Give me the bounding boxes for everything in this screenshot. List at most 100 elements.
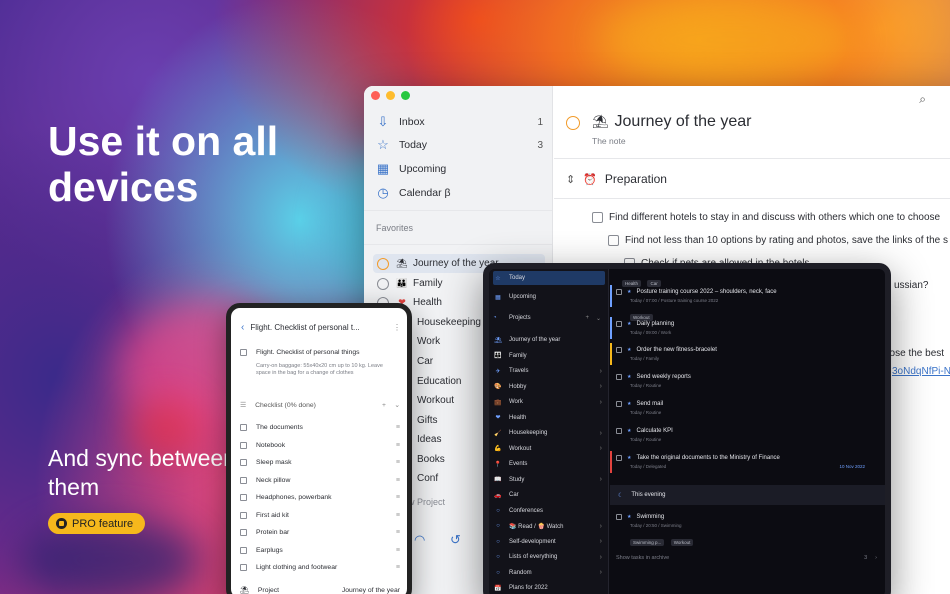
- history-icon[interactable]: ↺: [450, 532, 461, 548]
- chevron-right-icon[interactable]: ›: [600, 368, 602, 375]
- project-complete-checkbox[interactable]: [566, 116, 580, 130]
- tablet-projects-header[interactable]: ◔ Projects + ⌄: [493, 315, 605, 322]
- checklist-header[interactable]: ☰ Checklist (0% done) + ⌄: [240, 401, 400, 410]
- drag-handle-icon[interactable]: ≡: [396, 564, 400, 571]
- tablet-project-item[interactable]: ✈ Travels ›: [493, 364, 605, 378]
- tablet-project-item[interactable]: 📅 Plans for 2022: [493, 581, 605, 594]
- tablet-task[interactable]: ★ Take the original documents to the Mini…: [616, 455, 879, 469]
- search-icon[interactable]: ⌕: [919, 92, 926, 107]
- chevron-down-icon[interactable]: ⌄: [394, 401, 400, 409]
- tablet-project-item[interactable]: 🚗 Car: [493, 488, 605, 502]
- drag-handle-icon[interactable]: ≡: [396, 494, 400, 501]
- chevron-right-icon[interactable]: ›: [600, 445, 602, 452]
- tablet-project-item[interactable]: ○ Random ›: [493, 566, 605, 580]
- drag-handle-icon[interactable]: ≡: [396, 547, 400, 554]
- checklist-checkbox[interactable]: [240, 529, 247, 536]
- checklist-checkbox[interactable]: [240, 476, 247, 484]
- chevron-right-icon[interactable]: ›: [600, 399, 602, 406]
- task-link[interactable]: 3oNdqNfPi-Np: [892, 366, 950, 377]
- show-archive-button[interactable]: Show tasks in archive 3 ›: [616, 555, 877, 561]
- more-icon[interactable]: ⋮: [393, 323, 401, 332]
- tablet-task[interactable]: ★ Posture training course 2022 – shoulder…: [616, 289, 879, 324]
- minimize-window-button[interactable]: [386, 91, 395, 100]
- chevron-right-icon[interactable]: ›: [600, 523, 602, 530]
- chevron-right-icon[interactable]: ›: [600, 476, 602, 483]
- chevron-right-icon[interactable]: ›: [600, 554, 602, 561]
- checklist-checkbox[interactable]: [240, 459, 247, 466]
- checklist-checkbox[interactable]: [240, 511, 247, 519]
- tablet-project-item[interactable]: 📍 Events: [493, 457, 605, 471]
- checklist-checkbox[interactable]: [240, 441, 247, 449]
- task-checkbox[interactable]: [608, 235, 619, 246]
- tablet-task[interactable]: ★ Swimming Today / 20:50 / Swimming Swim…: [616, 514, 879, 549]
- sync-icon[interactable]: ◠: [414, 532, 425, 548]
- task-checkbox[interactable]: [616, 514, 622, 520]
- tablet-sidebar-item-today[interactable]: ☆ Today: [493, 271, 605, 285]
- tablet-task[interactable]: ★ Calculate KPI Today / Routine: [616, 428, 879, 442]
- task-checkbox[interactable]: [616, 455, 622, 461]
- checklist-checkbox[interactable]: [240, 494, 247, 501]
- tablet-project-item[interactable]: ○ Lists of everything ›: [493, 550, 605, 564]
- task-checkbox[interactable]: [616, 347, 622, 353]
- chevron-right-icon[interactable]: ›: [600, 430, 602, 437]
- tablet-project-item[interactable]: 👪 Family: [493, 349, 605, 363]
- task-checkbox[interactable]: [616, 428, 622, 434]
- task-checkbox[interactable]: [616, 321, 622, 327]
- chevron-right-icon[interactable]: ›: [600, 538, 602, 545]
- sidebar-item-calendar[interactable]: ◷ Calendar β: [375, 182, 545, 204]
- task-item[interactable]: Find not less than 10 options by rating …: [608, 235, 948, 246]
- checklist-item[interactable]: Light clothing and footwear ≡: [240, 564, 400, 571]
- drag-handle-icon[interactable]: ≡: [396, 459, 400, 466]
- tablet-project-item[interactable]: 💪 Workout ›: [493, 442, 605, 456]
- checklist-checkbox[interactable]: [240, 546, 247, 554]
- checklist-item[interactable]: The documents ≡: [240, 424, 400, 431]
- drag-handle-icon[interactable]: ≡: [396, 424, 400, 431]
- tablet-task[interactable]: ★ Order the new fitness-bracelet Today / F…: [616, 347, 879, 361]
- checklist-item[interactable]: First aid kit ≡: [240, 511, 400, 519]
- task-checkbox[interactable]: [616, 374, 622, 380]
- close-window-button[interactable]: [371, 91, 380, 100]
- section-header[interactable]: ⇕ ⏰ Preparation: [566, 172, 667, 186]
- checklist-item[interactable]: Protein bar ≡: [240, 529, 400, 536]
- task-item[interactable]: Find different hotels to stay in and dis…: [592, 212, 940, 223]
- tablet-task[interactable]: ★ Send weekly reports Today / Routine: [616, 374, 879, 388]
- drag-handle-icon[interactable]: ≡: [396, 512, 400, 519]
- tablet-project-item[interactable]: 💼 Work ›: [493, 395, 605, 409]
- chevron-right-icon[interactable]: ›: [600, 383, 602, 390]
- sidebar-item-today[interactable]: ☆ Today 3: [375, 134, 545, 156]
- checklist-checkbox[interactable]: [240, 564, 247, 571]
- checklist-item[interactable]: Headphones, powerbank ≡: [240, 494, 400, 501]
- task-checkbox[interactable]: [240, 349, 247, 356]
- tablet-project-item[interactable]: ○ 📚 Read / 🍿 Watch ›: [493, 519, 605, 533]
- sidebar-item-upcoming[interactable]: ▦ Upcoming: [375, 158, 545, 180]
- tablet-task[interactable]: ★ Daily planning Today / 09:00 / Work: [616, 321, 879, 335]
- tablet-project-item[interactable]: ⛱ Journey of the year: [493, 333, 605, 347]
- tablet-sidebar-item-upcoming[interactable]: ▦ Upcoming: [493, 290, 605, 304]
- add-project-icon[interactable]: +: [585, 315, 589, 321]
- zoom-window-button[interactable]: [401, 91, 410, 100]
- collapse-icon[interactable]: ⇕: [566, 173, 575, 186]
- new-project-button[interactable]: w Project: [408, 497, 445, 507]
- phone-task[interactable]: Flight. Checklist of personal things: [240, 349, 400, 356]
- task-checkbox[interactable]: [616, 289, 622, 295]
- checklist-item[interactable]: Earplugs ≡: [240, 546, 400, 554]
- add-icon[interactable]: +: [382, 402, 386, 409]
- task-item[interactable]: oose the best: [884, 348, 944, 359]
- checklist-item[interactable]: Neck pillow ≡: [240, 476, 400, 484]
- chevron-down-icon[interactable]: ⌄: [596, 315, 601, 322]
- checklist-checkbox[interactable]: [240, 424, 247, 431]
- checklist-item[interactable]: Sleep mask ≡: [240, 459, 400, 466]
- checklist-item[interactable]: Notebook ≡: [240, 441, 400, 449]
- tablet-project-item[interactable]: 🧹 Housekeeping ›: [493, 426, 605, 440]
- project-row[interactable]: ⛱ Project Journey of the year: [240, 586, 400, 594]
- tablet-project-item[interactable]: ○ Conferences: [493, 504, 605, 518]
- tablet-project-item[interactable]: 🎨 Hobby ›: [493, 380, 605, 394]
- tablet-project-item[interactable]: ❤ Health: [493, 411, 605, 425]
- chevron-right-icon[interactable]: ›: [600, 569, 602, 576]
- evening-section[interactable]: ☾ This evening: [610, 485, 885, 505]
- task-item[interactable]: ussian?: [894, 280, 928, 291]
- back-icon[interactable]: ‹: [241, 322, 244, 333]
- sidebar-item-inbox[interactable]: ⇩ Inbox 1: [375, 111, 545, 133]
- drag-handle-icon[interactable]: ≡: [396, 442, 400, 449]
- task-checkbox[interactable]: [616, 401, 622, 407]
